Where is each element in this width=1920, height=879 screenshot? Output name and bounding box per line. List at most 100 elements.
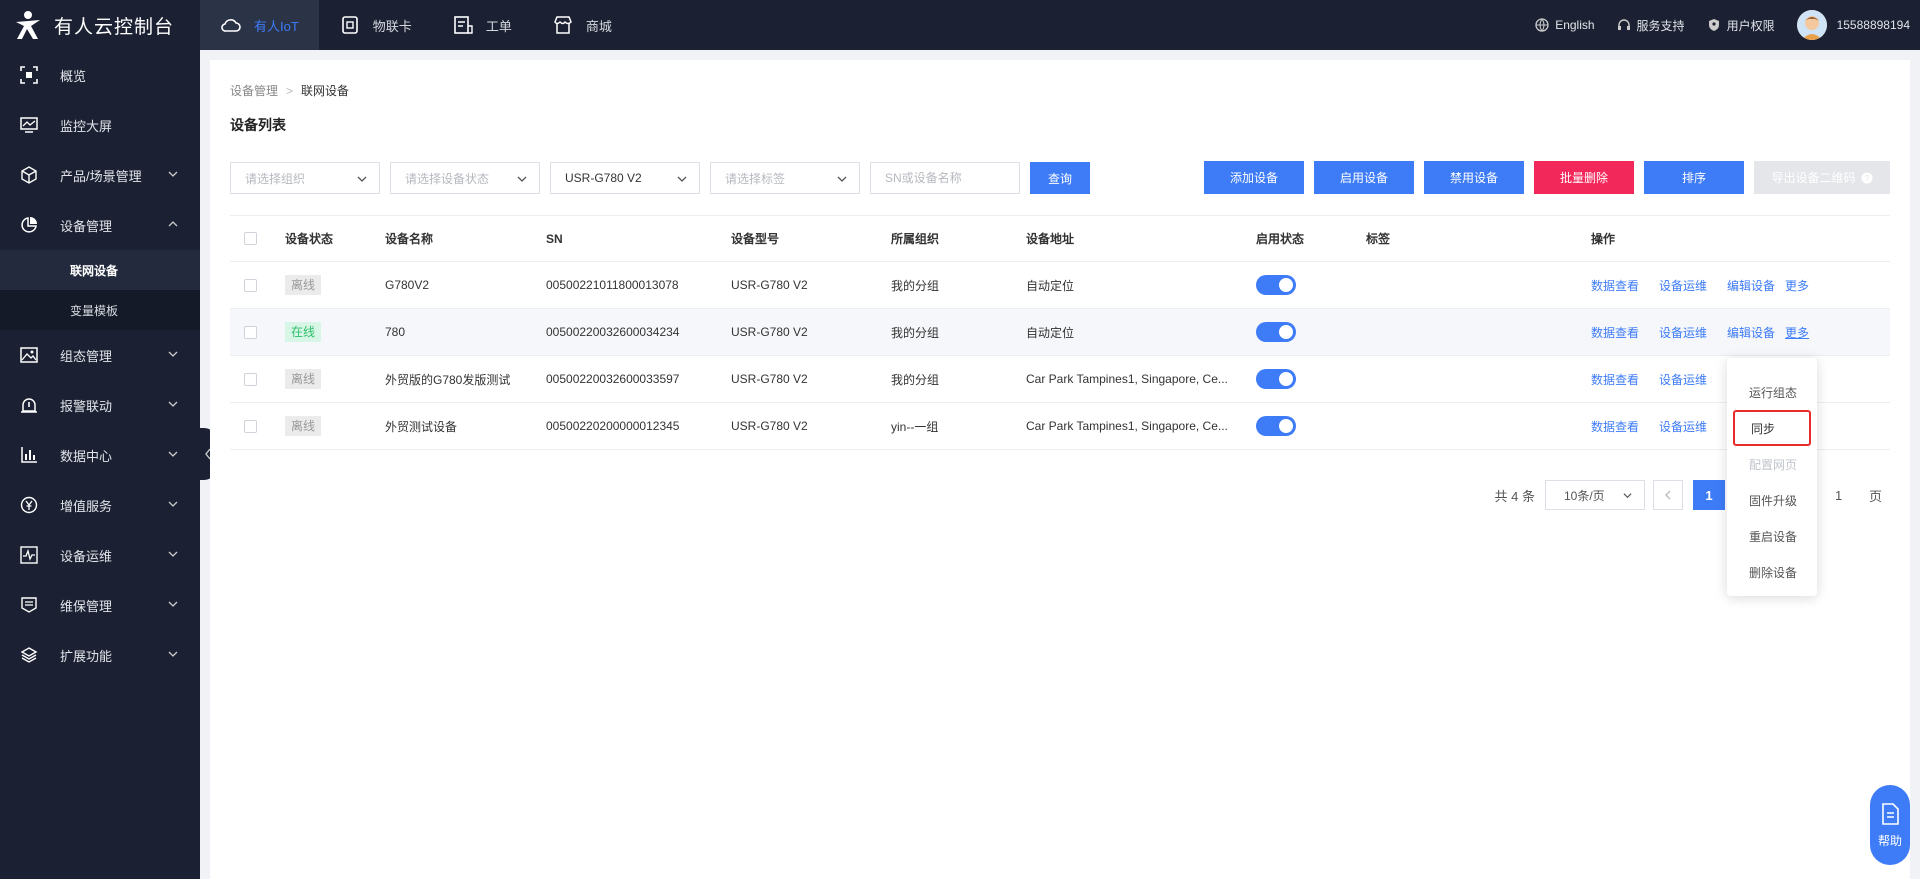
document-icon	[1882, 802, 1899, 825]
pulse-icon	[20, 546, 38, 564]
sidebar-item-product[interactable]: 产品/场景管理	[0, 150, 200, 200]
tab-iot[interactable]: 有人IoT	[200, 0, 319, 50]
sidebar-item-overview[interactable]: 概览	[0, 50, 200, 100]
more-link[interactable]: 更多	[1785, 326, 1809, 340]
svg-text:?: ?	[1864, 174, 1869, 183]
tab-sim-card[interactable]: 物联卡	[319, 0, 432, 50]
tab-store[interactable]: 商城	[532, 0, 632, 50]
sidebar-item-label: 增值服务	[60, 498, 113, 514]
add-device-button[interactable]: 添加设备	[1204, 161, 1304, 194]
sort-button[interactable]: 排序	[1644, 161, 1744, 194]
monitor-icon	[20, 117, 38, 133]
org-select[interactable]: 请选择组织	[230, 162, 380, 194]
page-jump-input[interactable]: 1	[1823, 480, 1863, 510]
row-checkbox[interactable]	[244, 325, 257, 339]
user-menu[interactable]: 15588898194	[1796, 10, 1910, 40]
sidebar-item-device-ops[interactable]: 设备运维	[0, 530, 200, 580]
sidebar-item-extensions[interactable]: 扩展功能	[0, 630, 200, 680]
row-checkbox[interactable]	[244, 419, 257, 433]
tag-select-placeholder: 请选择标签	[725, 171, 786, 186]
pagination: 共 4 条 10条/页 1 1 页	[1495, 480, 1882, 510]
enable-toggle[interactable]	[1256, 416, 1296, 436]
column-header: 操作	[1591, 232, 1616, 246]
sidebar-item-device-mgmt[interactable]: 设备管理	[0, 200, 200, 250]
menu-item-delete-device[interactable]: 删除设备	[1727, 554, 1817, 590]
image-icon	[20, 347, 38, 363]
sidebar-item-maintenance[interactable]: 维保管理	[0, 580, 200, 630]
page-number-current[interactable]: 1	[1692, 480, 1725, 510]
view-data-link[interactable]: 数据查看	[1591, 326, 1639, 340]
sidebar-item-data-center[interactable]: 数据中心	[0, 430, 200, 480]
column-header: 标签	[1366, 232, 1391, 246]
table-row: 离线 外贸测试设备 00500220200000012345 USR-G780 …	[230, 403, 1890, 450]
chevron-down-icon	[168, 451, 178, 457]
select-all-checkbox[interactable]	[244, 232, 257, 245]
sidebar-item-monitor[interactable]: 监控大屏	[0, 100, 200, 150]
edit-device-link[interactable]: 编辑设备	[1727, 326, 1775, 340]
enable-device-button[interactable]: 启用设备	[1314, 161, 1414, 194]
enable-toggle[interactable]	[1256, 322, 1296, 342]
page-size-select[interactable]: 10条/页	[1544, 480, 1645, 510]
sidebar-item-variable-template[interactable]: 变量模板	[0, 290, 200, 330]
logo-icon	[16, 11, 40, 39]
permission-link[interactable]: 用户权限	[1707, 17, 1775, 34]
column-header: 所属组织	[891, 232, 940, 246]
tag-select[interactable]: 请选择标签	[710, 162, 860, 194]
device-name: G780V2	[385, 278, 430, 292]
sidebar-item-label: 报警联动	[60, 398, 113, 414]
device-sn: 00500220032600033597	[546, 372, 680, 386]
edit-device-link[interactable]: 编辑设备	[1727, 279, 1775, 293]
device-org: yin--一组	[891, 419, 939, 434]
more-link[interactable]: 更多	[1785, 279, 1809, 293]
sidebar-item-value-added[interactable]: 增值服务	[0, 480, 200, 530]
device-table: 设备状态 设备名称 SN 设备型号 所属组织 设备地址 启用状态 标签 操作 离…	[230, 215, 1890, 450]
prev-page-button[interactable]	[1652, 480, 1683, 510]
chevron-down-icon	[168, 501, 178, 507]
device-maint-link[interactable]: 设备运维	[1659, 326, 1707, 340]
breadcrumb-parent[interactable]: 设备管理	[230, 82, 278, 99]
sidebar-item-label: 组态管理	[60, 348, 113, 364]
menu-item-firmware-upgrade[interactable]: 固件升级	[1727, 482, 1817, 518]
enable-toggle[interactable]	[1256, 369, 1296, 389]
batch-delete-button[interactable]: 批量删除	[1534, 161, 1634, 194]
enable-toggle[interactable]	[1256, 275, 1296, 295]
language-label: English	[1555, 18, 1595, 32]
disable-device-button[interactable]: 禁用设备	[1424, 161, 1524, 194]
view-data-link[interactable]: 数据查看	[1591, 279, 1639, 293]
sidebar-item-config[interactable]: 组态管理	[0, 330, 200, 380]
column-header: SN	[546, 231, 563, 246]
device-maint-link[interactable]: 设备运维	[1659, 279, 1707, 293]
more-dropdown-menu: 运行组态 同步 配置网页 固件升级 重启设备 删除设备	[1727, 358, 1817, 596]
sim-card-icon	[341, 16, 358, 34]
permission-label: 用户权限	[1726, 18, 1775, 33]
search-input[interactable]	[870, 162, 1020, 194]
query-button[interactable]: 查询	[1030, 162, 1090, 194]
support-link[interactable]: 服务支持	[1617, 17, 1685, 34]
menu-item-config-webpage: 配置网页	[1749, 457, 1798, 472]
logo[interactable]: 有人云控制台	[0, 0, 200, 50]
sidebar-item-label: 设备运维	[60, 548, 113, 564]
chevron-down-icon	[677, 176, 687, 182]
sidebar-item-label: 维保管理	[60, 598, 113, 614]
sidebar-item-connected-devices[interactable]: 联网设备	[0, 250, 200, 290]
sidebar-item-alarm[interactable]: 报警联动	[0, 380, 200, 430]
menu-item-run-config[interactable]: 运行组态	[1727, 374, 1817, 410]
model-select[interactable]: USR-G780 V2	[550, 162, 700, 194]
tab-ticket[interactable]: 工单	[432, 0, 532, 50]
device-submenu: 联网设备 变量模板	[0, 250, 200, 330]
status-select[interactable]: 请选择设备状态	[390, 162, 540, 194]
language-switch[interactable]: English	[1535, 18, 1595, 32]
help-button[interactable]: 帮助	[1870, 785, 1910, 865]
row-checkbox[interactable]	[244, 278, 257, 292]
view-data-link[interactable]: 数据查看	[1591, 420, 1639, 434]
export-qr-button[interactable]: 导出设备二维码 ?	[1754, 161, 1890, 194]
view-data-link[interactable]: 数据查看	[1591, 373, 1639, 387]
tab-label: 工单	[485, 18, 512, 34]
layers-icon	[20, 647, 38, 663]
menu-item-sync[interactable]: 同步	[1733, 410, 1811, 446]
device-maint-link[interactable]: 设备运维	[1659, 420, 1707, 434]
device-maint-link[interactable]: 设备运维	[1659, 373, 1707, 387]
row-checkbox[interactable]	[244, 372, 257, 386]
yen-icon	[20, 496, 38, 514]
menu-item-restart-device[interactable]: 重启设备	[1727, 518, 1817, 554]
